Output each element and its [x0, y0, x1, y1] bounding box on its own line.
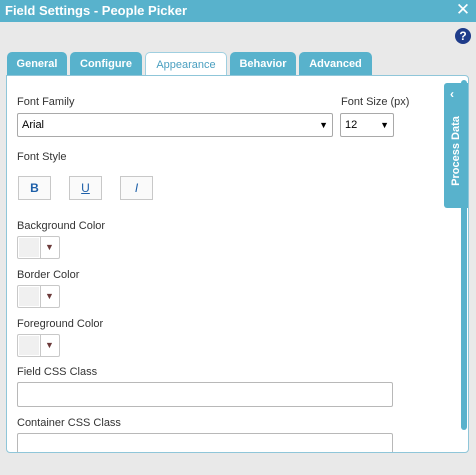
divider	[40, 335, 41, 356]
tab-appearance[interactable]: Appearance	[145, 52, 227, 77]
font-size-select[interactable]: 12 ▼	[340, 113, 394, 137]
title-bar: Field Settings - People Picker ✕	[0, 0, 476, 22]
italic-button[interactable]: I	[120, 176, 153, 200]
font-family-select[interactable]: Arial ▼	[17, 113, 333, 137]
field-css-class-label: Field CSS Class	[17, 366, 98, 378]
color-swatch	[19, 238, 39, 257]
chevron-left-icon: ‹	[450, 87, 454, 101]
color-swatch	[19, 336, 39, 355]
font-family-label: Font Family	[17, 96, 75, 108]
color-swatch	[19, 287, 39, 306]
dropdown-arrow-icon: ▼	[319, 120, 328, 130]
dropdown-arrow-icon: ▼	[45, 291, 54, 301]
dropdown-arrow-icon: ▼	[45, 340, 54, 350]
border-color-picker[interactable]: ▼	[17, 285, 60, 308]
process-data-label: Process Data	[450, 116, 462, 186]
tab-advanced[interactable]: Advanced	[299, 52, 372, 76]
background-color-picker[interactable]: ▼	[17, 236, 60, 259]
dropdown-arrow-icon: ▼	[380, 120, 389, 130]
tab-configure[interactable]: Configure	[70, 52, 142, 76]
font-family-value: Arial	[22, 119, 45, 131]
bold-button[interactable]: B	[18, 176, 51, 200]
close-icon[interactable]: ✕	[454, 1, 472, 19]
font-size-label: Font Size (px)	[341, 96, 410, 108]
container-css-class-label: Container CSS Class	[17, 417, 121, 429]
window-title: Field Settings - People Picker	[5, 3, 188, 18]
tab-behavior[interactable]: Behavior	[230, 52, 296, 76]
font-style-label: Font Style	[17, 151, 67, 163]
dropdown-arrow-icon: ▼	[45, 242, 54, 252]
tab-general[interactable]: General	[7, 52, 67, 76]
field-css-class-input[interactable]	[17, 382, 393, 407]
underline-icon: U	[81, 181, 90, 195]
process-data-tab[interactable]: ‹ Process Data	[444, 83, 468, 208]
underline-button[interactable]: U	[69, 176, 102, 200]
foreground-color-label: Foreground Color	[17, 318, 104, 330]
italic-icon: I	[134, 181, 139, 195]
foreground-color-picker[interactable]: ▼	[17, 334, 60, 357]
divider	[40, 237, 41, 258]
container-css-class-input[interactable]	[17, 433, 393, 452]
bold-icon: B	[30, 181, 39, 195]
background-color-label: Background Color	[17, 220, 106, 232]
border-color-label: Border Color	[17, 269, 80, 281]
help-icon[interactable]: ?	[455, 28, 471, 44]
divider	[40, 286, 41, 307]
font-size-value: 12	[345, 119, 358, 131]
appearance-panel: Font Family Arial ▼ Font Size (px) 12 ▼ …	[6, 75, 469, 453]
